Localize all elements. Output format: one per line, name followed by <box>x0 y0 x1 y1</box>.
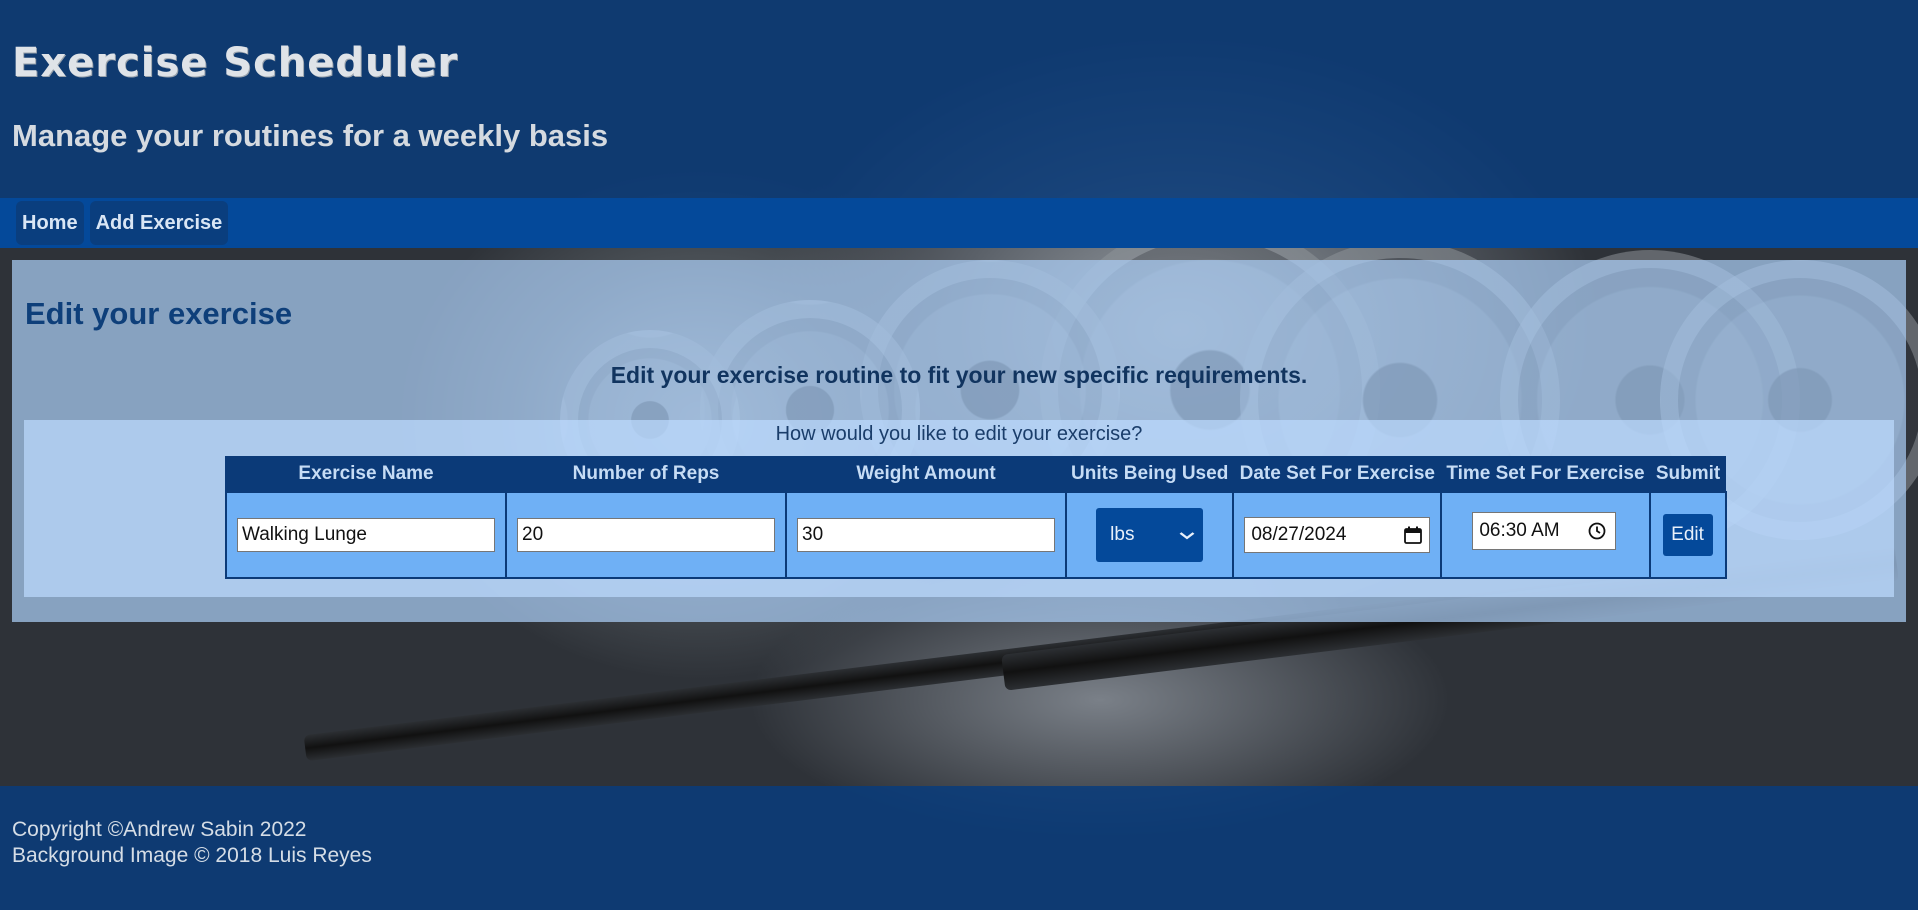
edit-exercise-table: Exercise Name Number of Reps Weight Amou… <box>225 456 1727 579</box>
page-intro: Edit your exercise routine to fit your n… <box>610 362 1308 388</box>
column-header-units: Units Being Used <box>1064 456 1234 492</box>
site-footer: Copyright ©Andrew Sabin 2022 Background … <box>0 786 1918 910</box>
footer-image-credit: Background Image © 2018 Luis Reyes <box>12 844 372 867</box>
cell-reps: 20 <box>505 491 787 579</box>
cell-weight: 30 <box>785 491 1067 579</box>
date-input[interactable]: 08/27/2024 <box>1244 517 1431 553</box>
chevron-down-icon <box>1179 527 1195 543</box>
units-select-value: lbs <box>1110 524 1135 545</box>
page-heading: Edit your exercise <box>25 296 293 331</box>
cell-submit: Edit <box>1648 491 1727 579</box>
exercise-name-input[interactable]: Walking Lunge <box>237 518 495 552</box>
calendar-icon[interactable] <box>1403 525 1423 545</box>
time-value: 06:30 AM <box>1479 520 1560 541</box>
main-nav: Home Add Exercise <box>0 198 1918 248</box>
cell-date: 08/27/2024 <box>1232 491 1443 579</box>
date-value: 08/27/2024 <box>1251 524 1347 545</box>
cell-exercise-name: Walking Lunge <box>225 491 507 579</box>
site-header: Exercise Scheduler Manage your routines … <box>0 0 1918 198</box>
clock-icon[interactable] <box>1587 521 1607 541</box>
site-subtitle: Manage your routines for a weekly basis <box>12 118 609 153</box>
cell-units: lbs <box>1064 491 1235 579</box>
column-header-reps: Number of Reps <box>505 456 786 492</box>
weight-input[interactable]: 30 <box>797 518 1055 552</box>
form-caption: How would you like to edit your exercise… <box>775 423 1143 445</box>
footer-copyright: Copyright ©Andrew Sabin 2022 <box>12 818 307 841</box>
main-panel: Edit your exercise Edit your exercise ro… <box>12 260 1906 622</box>
column-header-time: Time Set For Exercise <box>1440 456 1650 492</box>
reps-input[interactable]: 20 <box>517 518 775 552</box>
column-header-date: Date Set For Exercise <box>1232 456 1442 492</box>
units-select[interactable]: lbs <box>1096 508 1204 562</box>
edit-button[interactable]: Edit <box>1662 514 1713 556</box>
nav-link-add-exercise[interactable]: Add Exercise <box>89 201 229 245</box>
nav-link-home[interactable]: Home <box>16 201 84 245</box>
column-header-weight: Weight Amount <box>785 456 1066 492</box>
edit-form: How would you like to edit your exercise… <box>24 420 1894 597</box>
cell-time: 06:30 AM <box>1440 491 1651 579</box>
time-input[interactable]: 06:30 AM <box>1472 512 1617 550</box>
site-title: Exercise Scheduler <box>12 40 459 86</box>
table-header-row: Exercise Name Number of Reps Weight Amou… <box>225 456 1726 492</box>
column-header-submit: Submit <box>1648 456 1726 492</box>
column-header-exercise-name: Exercise Name <box>225 456 506 492</box>
table-row: Walking Lunge 20 30 lbs 08/27/2024 06:30… <box>225 491 1727 579</box>
